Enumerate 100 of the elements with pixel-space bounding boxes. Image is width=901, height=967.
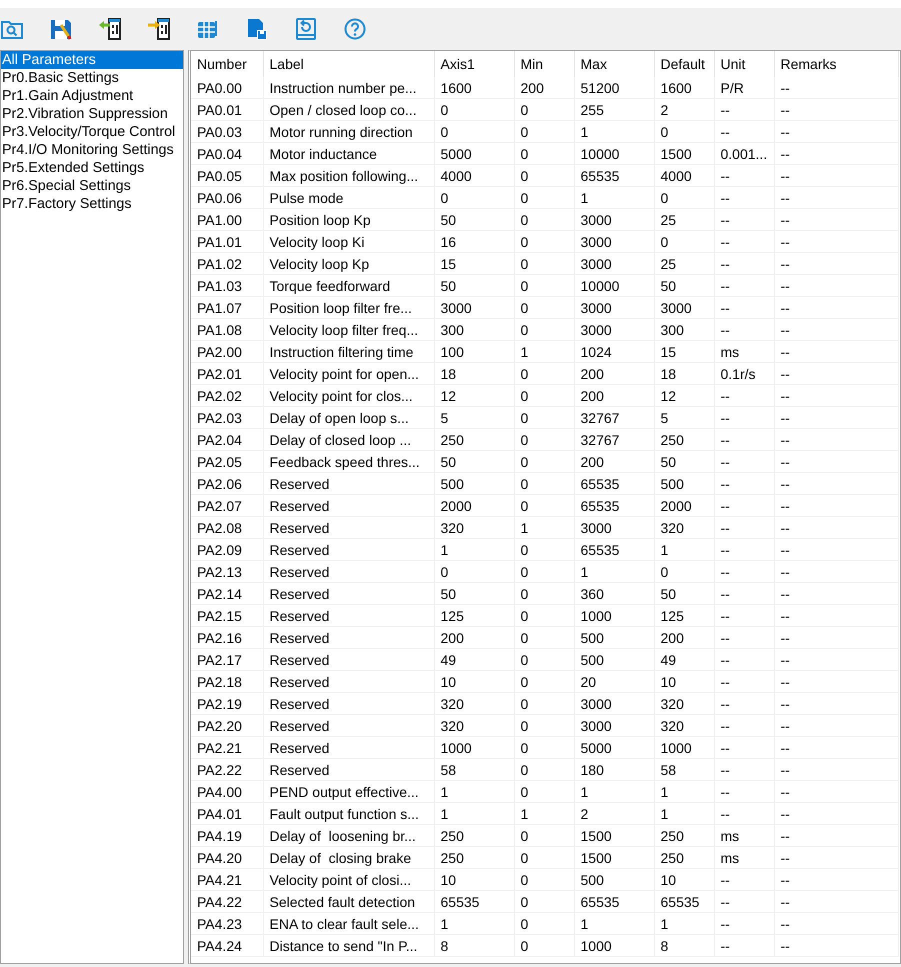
table-cell: -- bbox=[714, 252, 774, 274]
table-cell: 0.001... bbox=[714, 142, 774, 164]
table-cell: -- bbox=[714, 890, 774, 912]
table-cell: PA0.05 bbox=[191, 164, 263, 186]
table-cell: Reserved bbox=[263, 626, 434, 648]
table-cell: -- bbox=[714, 318, 774, 340]
table-cell: 3000 bbox=[574, 318, 654, 340]
table-cell: Velocity point of closi... bbox=[263, 868, 434, 890]
table-cell: Motor running direction bbox=[263, 120, 434, 142]
table-cell: 25 bbox=[654, 208, 714, 230]
tree-item[interactable]: Pr0.Basic Settings bbox=[1, 69, 183, 87]
table-cell: PA2.17 bbox=[191, 648, 263, 670]
column-header[interactable]: Remarks bbox=[774, 51, 898, 77]
table-cell: Reserved bbox=[263, 472, 434, 494]
table-cell: Reserved bbox=[263, 736, 434, 758]
table-cell: 1600 bbox=[654, 77, 714, 98]
table-cell: P/R bbox=[714, 77, 774, 98]
table-cell: 18 bbox=[434, 362, 514, 384]
table-cell: PA2.06 bbox=[191, 472, 263, 494]
table-cell: 0 bbox=[514, 780, 574, 802]
table-cell: PA4.22 bbox=[191, 890, 263, 912]
table-cell: 200 bbox=[514, 77, 574, 98]
table-cell: 1 bbox=[574, 560, 654, 582]
table-cell: -- bbox=[714, 736, 774, 758]
table-cell: 25 bbox=[654, 252, 714, 274]
column-header[interactable]: Unit bbox=[714, 51, 774, 77]
table-cell: PA2.20 bbox=[191, 714, 263, 736]
table-cell: ms bbox=[714, 846, 774, 868]
column-header[interactable]: Default bbox=[654, 51, 714, 77]
table-cell: -- bbox=[774, 120, 898, 142]
column-header[interactable]: Axis1 bbox=[434, 51, 514, 77]
table-cell: 10 bbox=[654, 868, 714, 890]
table-cell: 51200 bbox=[574, 77, 654, 98]
export-icon[interactable] bbox=[147, 16, 171, 40]
table-cell: 32767 bbox=[574, 428, 654, 450]
table-cell: 0 bbox=[654, 120, 714, 142]
import-icon[interactable] bbox=[98, 16, 122, 40]
table-cell: -- bbox=[714, 186, 774, 208]
table-cell: 10 bbox=[654, 670, 714, 692]
table-cell: -- bbox=[774, 934, 898, 956]
table-cell: 49 bbox=[654, 648, 714, 670]
table-cell: 0 bbox=[514, 230, 574, 252]
tree-item[interactable]: Pr3.Velocity/Torque Control bbox=[1, 123, 183, 141]
table-cell: 1 bbox=[654, 912, 714, 934]
tree-item[interactable]: Pr4.I/O Monitoring Settings bbox=[1, 141, 183, 159]
table-cell: PA4.23 bbox=[191, 912, 263, 934]
table-cell: Reserved bbox=[263, 758, 434, 780]
help-icon[interactable] bbox=[343, 16, 367, 40]
tree-item[interactable]: Pr2.Vibration Suppression bbox=[1, 105, 183, 123]
table-cell: 0 bbox=[434, 186, 514, 208]
table-cell: 0 bbox=[514, 494, 574, 516]
table-cell: 65535 bbox=[574, 472, 654, 494]
table-cell: Delay of closing brake bbox=[263, 846, 434, 868]
table-cell: Position loop filter fre... bbox=[263, 296, 434, 318]
table-cell: 320 bbox=[434, 714, 514, 736]
tree-item[interactable]: Pr6.Special Settings bbox=[1, 177, 183, 195]
table-cell: 1 bbox=[574, 780, 654, 802]
table-cell: 1500 bbox=[654, 142, 714, 164]
table-cell: 1 bbox=[574, 912, 654, 934]
table-cell: 320 bbox=[654, 714, 714, 736]
tree-item[interactable]: Pr5.Extended Settings bbox=[1, 159, 183, 177]
tree-item[interactable]: Pr1.Gain Adjustment bbox=[1, 87, 183, 105]
tree-item[interactable]: All Parameters bbox=[1, 51, 183, 69]
tree-item[interactable]: Pr7.Factory Settings bbox=[1, 195, 183, 213]
column-header[interactable]: Max bbox=[574, 51, 654, 77]
column-header[interactable]: Min bbox=[514, 51, 574, 77]
table-cell: 200 bbox=[654, 626, 714, 648]
table-cell: 0 bbox=[434, 98, 514, 120]
table-cell: 255 bbox=[574, 98, 654, 120]
table-cell: -- bbox=[714, 230, 774, 252]
table-cell: PA2.08 bbox=[191, 516, 263, 538]
table-cell: PA4.20 bbox=[191, 846, 263, 868]
table-cell: 1000 bbox=[434, 736, 514, 758]
table-cell: 250 bbox=[434, 428, 514, 450]
table-cell: 250 bbox=[654, 824, 714, 846]
table-cell: PA0.03 bbox=[191, 120, 263, 142]
table-cell: 0 bbox=[514, 142, 574, 164]
table-cell: 1 bbox=[654, 780, 714, 802]
table-cell: 0 bbox=[514, 406, 574, 428]
table-cell: 0 bbox=[514, 934, 574, 956]
table-cell: -- bbox=[774, 472, 898, 494]
table-cell: 0 bbox=[514, 692, 574, 714]
restore-book-icon[interactable] bbox=[294, 16, 318, 40]
table-cell: PA1.02 bbox=[191, 252, 263, 274]
table-cell: 0 bbox=[654, 560, 714, 582]
column-header[interactable]: Number bbox=[191, 51, 263, 77]
table-cell: 1 bbox=[654, 802, 714, 824]
table-cell: 65535 bbox=[574, 494, 654, 516]
table-cell: -- bbox=[774, 604, 898, 626]
table-cell: PA1.01 bbox=[191, 230, 263, 252]
table-cell: -- bbox=[774, 692, 898, 714]
file-save-icon[interactable] bbox=[245, 16, 269, 40]
column-header[interactable]: Label bbox=[263, 51, 434, 77]
table-cell: 5 bbox=[654, 406, 714, 428]
table-cell: 8 bbox=[434, 934, 514, 956]
table-cell: 65535 bbox=[574, 890, 654, 912]
table-cell: ms bbox=[714, 824, 774, 846]
table-cell: 1 bbox=[574, 186, 654, 208]
table-cell: Max position following... bbox=[263, 164, 434, 186]
table-cell: ms bbox=[714, 340, 774, 362]
